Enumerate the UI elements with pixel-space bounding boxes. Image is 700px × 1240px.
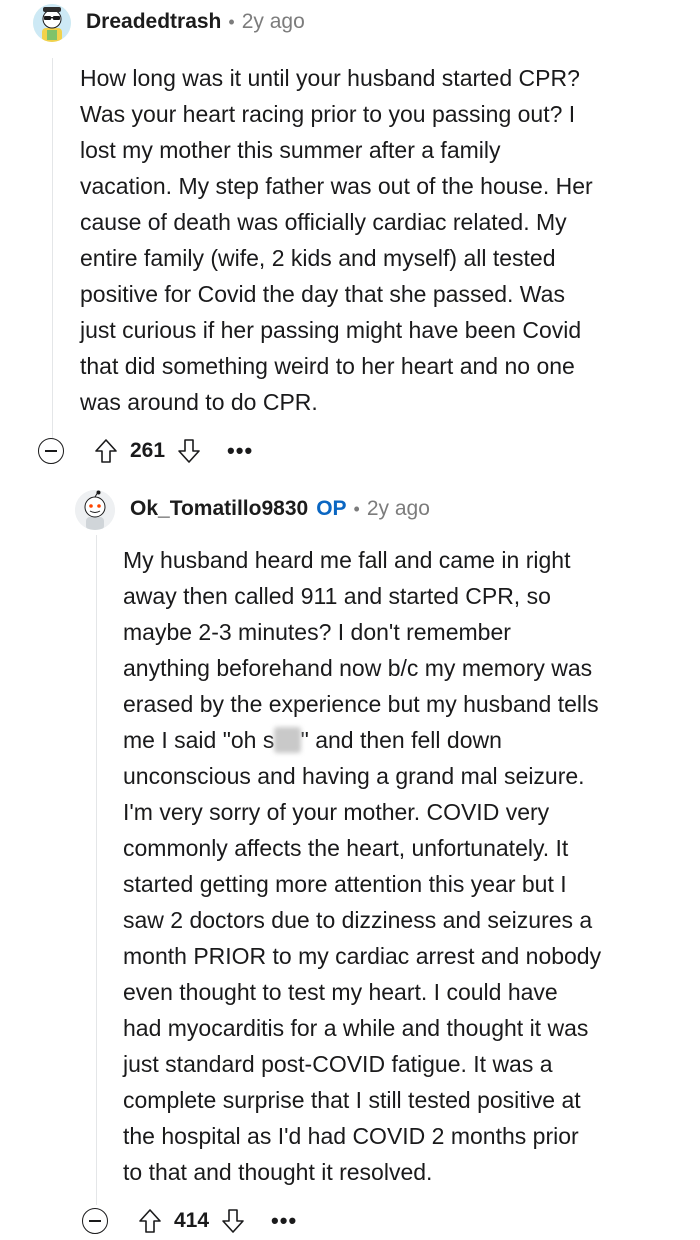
- comment-line: away then called 911 and started CPR, so: [123, 583, 551, 609]
- avatar-sunglasses-icon: [33, 4, 71, 42]
- comment-line: vacation. My step father was out of the …: [80, 173, 593, 199]
- more-icon[interactable]: •••: [227, 438, 253, 464]
- comment-line: was around to do CPR.: [80, 389, 318, 415]
- comment-line: to that and thought it resolved.: [123, 1159, 433, 1185]
- collapse-icon: [89, 1220, 101, 1222]
- vote-score: 261: [130, 439, 166, 462]
- timestamp[interactable]: 2y ago: [242, 10, 305, 34]
- comment-line: lost my mother this summer after a famil…: [80, 137, 501, 163]
- collapse-button[interactable]: [82, 1208, 108, 1234]
- comment-line: just curious if her passing might have b…: [80, 317, 582, 343]
- comment-meta: Ok_Tomatillo9830 OP • 2y ago: [130, 497, 430, 521]
- username[interactable]: Ok_Tomatillo9830: [130, 497, 308, 521]
- comment-line: entire family (wife, 2 kids and myself) …: [80, 245, 556, 271]
- vote-control: 414: [138, 1208, 245, 1234]
- text-segment: " and then fell down: [300, 727, 502, 753]
- comment-line: commonly affects the heart, unfortunatel…: [123, 835, 569, 861]
- comment-line: complete surprise that I still tested po…: [123, 1087, 581, 1113]
- username[interactable]: Dreadedtrash: [86, 10, 221, 34]
- upvote-icon[interactable]: [138, 1208, 162, 1234]
- more-icon[interactable]: •••: [271, 1208, 297, 1234]
- comment-line: the hospital as I'd had COVID 2 months p…: [123, 1123, 579, 1149]
- separator: •: [353, 498, 360, 519]
- comment-meta: Dreadedtrash • 2y ago: [86, 10, 305, 34]
- avatar[interactable]: [75, 490, 115, 530]
- comment-line: month PRIOR to my cardiac arrest and nob…: [123, 943, 602, 969]
- downvote-icon[interactable]: [221, 1208, 245, 1234]
- comment-line: Was your heart racing prior to you passi…: [80, 101, 576, 127]
- avatar-default-icon: [75, 490, 115, 530]
- comment-line: cause of death was officially cardiac re…: [80, 209, 567, 235]
- upvote-icon[interactable]: [94, 438, 118, 464]
- collapse-icon: [45, 450, 57, 452]
- comment-line: had myocarditis for a while and thought …: [123, 1015, 589, 1041]
- comment-line: positive for Covid the day that she pass…: [80, 281, 565, 307]
- vote-control: 261: [94, 438, 201, 464]
- comment-line: anything beforehand now b/c my memory wa…: [123, 655, 593, 681]
- comment-line: even thought to test my heart. I could h…: [123, 979, 558, 1005]
- comment-line: How long was it until your husband start…: [80, 65, 580, 91]
- downvote-icon[interactable]: [177, 438, 201, 464]
- comment-line: maybe 2-3 minutes? I don't remember: [123, 619, 511, 645]
- avatar[interactable]: [33, 4, 71, 42]
- text-segment: me I said "oh s: [123, 727, 275, 753]
- censored-text: hit: [274, 727, 301, 753]
- separator: •: [228, 11, 235, 32]
- comment-body: How long was it until your husband start…: [80, 60, 593, 420]
- comment-body: My husband heard me fall and came in rig…: [123, 542, 601, 1190]
- comment-actions: 261 •••: [38, 438, 253, 464]
- comment-line: started getting more attention this year…: [123, 871, 567, 897]
- collapse-button[interactable]: [38, 438, 64, 464]
- thread-line: [52, 58, 53, 438]
- comment-line: just standard post-COVID fatigue. It was…: [123, 1051, 553, 1077]
- comment-line: unconscious and having a grand mal seizu…: [123, 763, 585, 789]
- comment-actions: 414 •••: [82, 1208, 297, 1234]
- vote-score: 414: [174, 1209, 210, 1232]
- op-badge: OP: [316, 497, 347, 520]
- comment-line: erased by the experience but my husband …: [123, 691, 599, 717]
- comment-line: My husband heard me fall and came in rig…: [123, 547, 571, 573]
- thread-line: [96, 535, 97, 1205]
- comment-line: me I said "oh shit" and then fell down: [123, 722, 601, 758]
- comment-line: I'm very sorry of your mother. COVID ver…: [123, 799, 550, 825]
- comment-line: that did something weird to her heart an…: [80, 353, 575, 379]
- comment-line: saw 2 doctors due to dizziness and seizu…: [123, 907, 593, 933]
- timestamp[interactable]: 2y ago: [367, 497, 430, 521]
